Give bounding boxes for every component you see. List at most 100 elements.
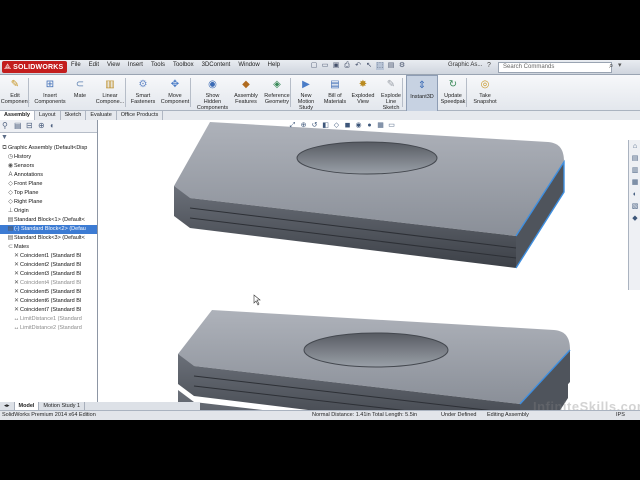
tree-item[interactable]: ↔LimitDistance2 (Standard <box>0 324 97 333</box>
undo-icon[interactable]: ↶ <box>354 62 362 70</box>
window-controls-icon[interactable]: ▾ <box>618 61 622 69</box>
tab-sketch[interactable]: Sketch <box>61 111 87 120</box>
cmd-linear-pattern-button[interactable]: ▥ Linear Compone... <box>93 75 127 110</box>
tab-model[interactable]: Model <box>14 402 40 410</box>
hide-show-icon[interactable]: ◉ <box>354 121 363 130</box>
tree-item-label: Coincident2 (Standard Bl <box>20 262 82 268</box>
config-manager-icon[interactable]: ⊟ <box>26 121 33 130</box>
tree-item[interactable]: ◇Front Plane <box>0 180 97 189</box>
tree-item[interactable]: ↔LimitDistance1 (Standard <box>0 315 97 324</box>
menu-toolbox[interactable]: Toolbox <box>173 62 194 68</box>
tab-motion-study[interactable]: Motion Study 1 <box>39 402 86 410</box>
tab-layout[interactable]: Layout <box>35 111 61 120</box>
cmd-instant3d-button[interactable]: ⇕ Instant3D <box>406 75 438 112</box>
status-bar: SolidWorks Premium 2014 x64 Edition Norm… <box>0 410 640 420</box>
cmd-reference-geometry-button[interactable]: ◈ Reference Geometry <box>262 75 292 110</box>
tree-item[interactable]: ▤Standard Block<1> (Default< <box>0 216 97 225</box>
tree-item[interactable]: ✕Coincident4 (Standard Bl <box>0 279 97 288</box>
custom-properties-icon[interactable]: ▧ <box>630 202 640 212</box>
tree-item[interactable]: A Annotations <box>0 171 97 180</box>
tree-item[interactable]: ◇Top Plane <box>0 189 97 198</box>
cmd-edit-component-button[interactable]: ✎ Edit Component <box>0 75 30 110</box>
design-library-icon[interactable]: ▤ <box>630 154 640 164</box>
tree-item[interactable]: ✕Coincident6 (Standard Bl <box>0 297 97 306</box>
graphics-area[interactable]: ⤢ ⊕ ↺ ◧ ◇ ◼ ◉ ● ▦ ▭ <box>98 120 628 410</box>
menu-help[interactable]: Help <box>268 62 280 68</box>
property-manager-icon[interactable]: ▤ <box>14 121 22 130</box>
cmd-show-hidden-button[interactable]: ◉ Show Hidden Components <box>195 75 230 111</box>
dimxpert-icon[interactable]: ⊕ <box>38 121 45 130</box>
menu-insert[interactable]: Insert <box>128 62 143 68</box>
cmd-assembly-features-button[interactable]: ◆ Assembly Features <box>232 75 260 110</box>
display-manager-icon[interactable]: ◐ <box>50 121 55 130</box>
new-file-icon[interactable]: ▢ <box>310 62 318 70</box>
filter-icon[interactable]: ▼ <box>1 134 8 141</box>
cmd-insert-components-button[interactable]: ⊞ Insert Components <box>34 75 66 110</box>
tree-item[interactable]: ✕Coincident2 (Standard Bl <box>0 261 97 270</box>
cmd-mate-button[interactable]: ⊂ Mate <box>70 75 90 110</box>
tab-assembly[interactable]: Assembly <box>0 111 35 120</box>
cmd-smart-fasteners-button[interactable]: ⚙ Smart Fasteners <box>130 75 156 110</box>
forum-icon[interactable]: ◆ <box>630 214 640 224</box>
previous-view-icon[interactable]: ↺ <box>310 121 319 130</box>
apply-scene-icon[interactable]: ▦ <box>376 121 385 130</box>
tree-item[interactable]: ◉Sensors <box>0 162 97 171</box>
tree-item[interactable]: ✕Coincident3 (Standard Bl <box>0 270 97 279</box>
tree-item-label: Graphic Assembly (Default<Disp <box>8 145 88 151</box>
rebuild-icon[interactable]: ⬚ <box>376 62 384 70</box>
tab-evaluate[interactable]: Evaluate <box>86 111 117 120</box>
menu-window[interactable]: Window <box>238 62 259 68</box>
tree-item[interactable]: ▤Standard Block<3> (Default< <box>0 234 97 243</box>
feature-tree-icon[interactable]: ⚲ <box>2 121 8 130</box>
tree-item[interactable]: ✕Coincident1 (Standard Bl <box>0 252 97 261</box>
zoom-area-icon[interactable]: ⊕ <box>299 121 308 130</box>
help-icon[interactable]: ? <box>484 61 494 71</box>
display-style-icon[interactable]: ◼ <box>343 121 352 130</box>
nav-arrows[interactable]: ◂▸ <box>0 402 15 410</box>
options-icon[interactable]: ⚙ <box>398 62 406 70</box>
tab-office-products[interactable]: Office Products <box>117 111 164 120</box>
section-view-icon[interactable]: ◧ <box>321 121 330 130</box>
edit-appearance-icon[interactable]: ● <box>365 121 374 130</box>
tree-item[interactable]: ◷History <box>0 153 97 162</box>
plane-icon: ◇ <box>8 199 13 205</box>
resources-icon[interactable]: ⌂ <box>630 142 640 152</box>
menu-3dcontent[interactable]: 3DContent <box>202 62 231 68</box>
view-palette-icon[interactable]: ▦ <box>630 178 640 188</box>
menu-tools[interactable]: Tools <box>151 62 165 68</box>
solidworks-logo[interactable]: ⟁ SOLIDWORKS <box>2 61 68 73</box>
menu-file[interactable]: File <box>71 62 81 68</box>
search-commands-input[interactable]: Search Commands <box>498 62 612 73</box>
menu-edit[interactable]: Edit <box>89 62 99 68</box>
view-settings-icon[interactable]: ▭ <box>387 121 396 130</box>
cmd-move-component-button[interactable]: ✥ Move Component <box>158 75 192 110</box>
print-icon[interactable]: ⎙ <box>343 62 351 70</box>
tree-item[interactable]: ⧉Graphic Assembly (Default<Disp <box>0 144 97 153</box>
tree-item[interactable]: ⊥Origin <box>0 207 97 216</box>
save-icon[interactable]: ▣ <box>332 62 340 70</box>
cmd-snapshot-button[interactable]: ◎ Take Snapshot <box>471 75 499 110</box>
tree-item[interactable]: ✕Coincident5 (Standard Bl <box>0 288 97 297</box>
tree-item[interactable]: ✕Coincident7 (Standard Bl <box>0 306 97 315</box>
select-icon[interactable]: ↖ <box>365 62 373 70</box>
status-units[interactable]: IPS <box>616 412 625 418</box>
cmd-bom-button[interactable]: ▤ Bill of Materials <box>322 75 348 110</box>
tree-item[interactable]: ◇Right Plane <box>0 198 97 207</box>
standard-block-1[interactable] <box>174 122 565 269</box>
zoom-fit-icon[interactable]: ⤢ <box>288 121 297 130</box>
file-properties-icon[interactable]: ▤ <box>387 62 395 70</box>
tree-item[interactable]: ▤(-) Standard Block<2> (Defau <box>0 225 97 234</box>
open-file-icon[interactable]: ▭ <box>321 62 329 70</box>
tree-item[interactable]: ⊂Mates <box>0 243 97 252</box>
menu-view[interactable]: View <box>107 62 120 68</box>
search-icon[interactable]: ⌕ <box>609 61 613 71</box>
cmd-speedpak-button[interactable]: ↻ Update Speedpak <box>438 75 468 110</box>
appearances-icon[interactable]: ◐ <box>630 190 640 200</box>
cmd-explode-line-button[interactable]: ✎ Explode Line Sketch <box>378 75 404 111</box>
cmd-motion-study-button[interactable]: ▶ New Motion Study <box>293 75 319 111</box>
standard-block-2[interactable] <box>178 310 571 410</box>
model-viewport[interactable] <box>98 120 628 410</box>
view-orientation-icon[interactable]: ◇ <box>332 121 341 130</box>
cmd-exploded-view-button[interactable]: ✸ Exploded View <box>350 75 376 110</box>
file-explorer-icon[interactable]: ▥ <box>630 166 640 176</box>
